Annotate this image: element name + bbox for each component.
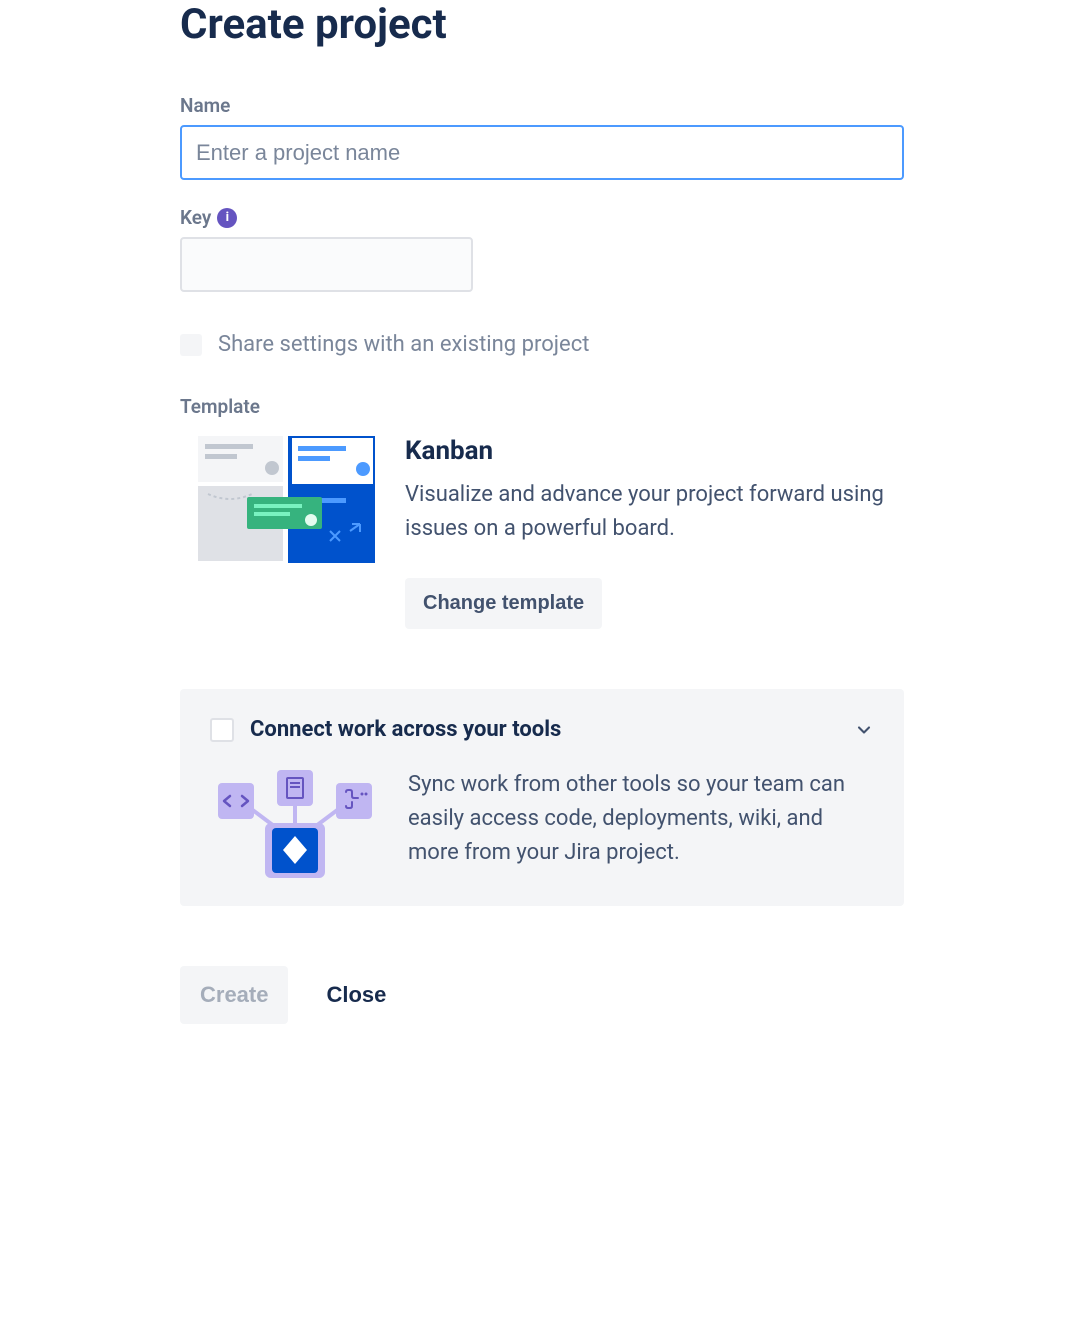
connect-title: Connect work across your tools — [250, 717, 838, 742]
close-button[interactable]: Close — [318, 966, 394, 1024]
change-template-button[interactable]: Change template — [405, 578, 602, 629]
page-title: Create project — [180, 0, 904, 49]
connect-panel: Connect work across your tools — [180, 689, 904, 906]
create-button[interactable]: Create — [180, 966, 288, 1024]
chevron-down-icon[interactable] — [854, 720, 874, 740]
kanban-thumbnail — [180, 436, 375, 566]
key-label-text: Key — [180, 206, 211, 229]
template-name: Kanban — [405, 436, 904, 466]
connect-checkbox[interactable] — [210, 718, 234, 742]
name-input[interactable] — [180, 125, 904, 180]
share-settings-label: Share settings with an existing project — [218, 332, 589, 357]
info-icon[interactable]: i — [217, 208, 237, 228]
name-label: Name — [180, 94, 904, 117]
share-settings-row[interactable]: Share settings with an existing project — [180, 332, 904, 357]
key-input[interactable] — [180, 237, 473, 292]
key-label: Key i — [180, 206, 904, 229]
connect-description: Sync work from other tools so your team … — [408, 768, 874, 870]
connect-header[interactable]: Connect work across your tools — [210, 717, 874, 742]
share-settings-checkbox[interactable] — [180, 334, 202, 356]
connect-illustration — [210, 768, 380, 878]
template-section-label: Template — [180, 395, 904, 418]
template-description: Visualize and advance your project forwa… — [405, 478, 904, 546]
